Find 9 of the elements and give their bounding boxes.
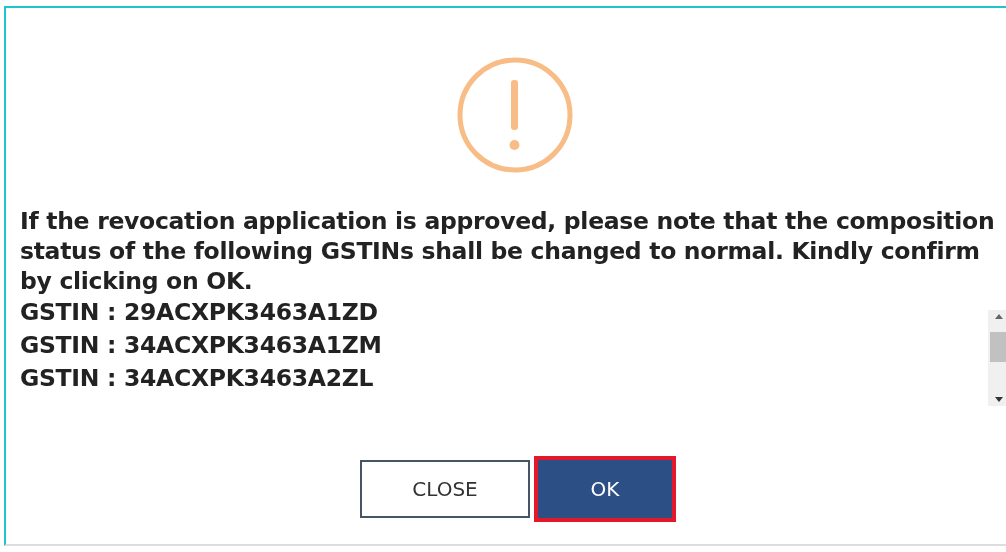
gstin-line: GSTIN : 34ACXPK3463A2ZL	[20, 363, 375, 394]
scroll-down-icon[interactable]	[995, 397, 1003, 402]
confirmation-message: If the revocation application is approved, please note that the composition status of the following GSTINs shall be changed to normal. Kindly confirm by clicking on OK.	[20, 206, 996, 296]
gstin-line: GSTIN : 29ACXPK3463A1ZD	[20, 297, 379, 328]
scroll-up-icon[interactable]	[995, 314, 1003, 319]
scrollbar[interactable]	[988, 310, 1006, 406]
warning-icon	[456, 56, 574, 174]
gstin-line: GSTIN : 34ACXPK3463A1ZM	[20, 330, 383, 361]
close-button[interactable]: CLOSE	[360, 460, 530, 518]
